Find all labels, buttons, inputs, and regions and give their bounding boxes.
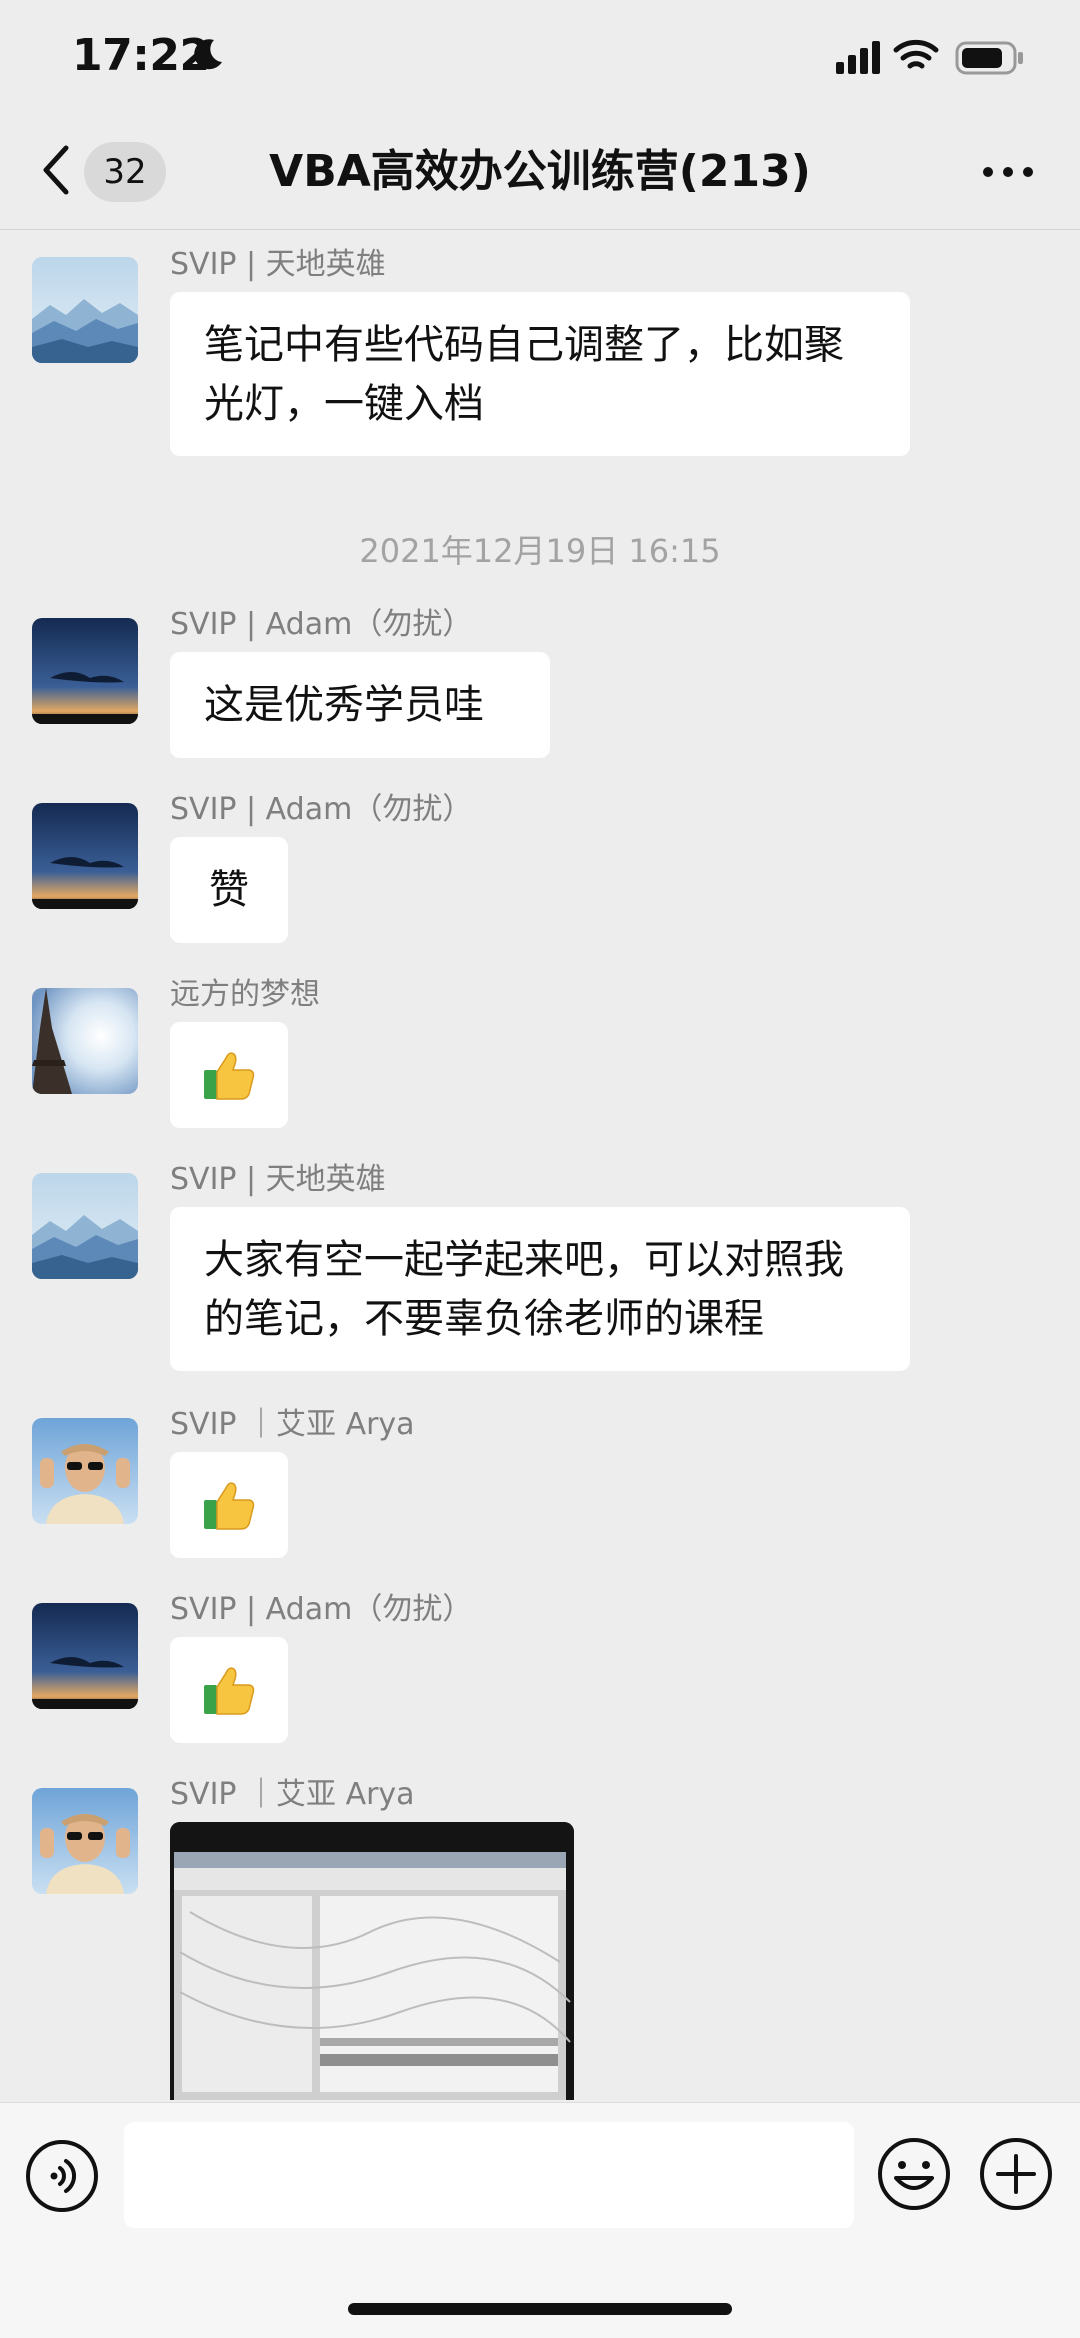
status-bar: 17:22 (0, 0, 1080, 120)
photo-image (170, 1822, 574, 2100)
message-bubble[interactable]: 这是优秀学员哇 (170, 652, 550, 758)
sender-name: 远方的梦想 (170, 977, 320, 1012)
unread-count-badge[interactable]: 32 (84, 142, 166, 202)
sender-name: SVIP | Adam（勿扰） (170, 792, 473, 827)
sender-name: SVIP ｜艾亚 Arya (170, 1407, 415, 1442)
moon-icon (194, 39, 222, 70)
avatar[interactable] (32, 257, 138, 363)
sender-name: SVIP | 天地英雄 (170, 1162, 386, 1197)
emoji-icon[interactable] (876, 2136, 952, 2212)
avatar[interactable] (32, 1788, 138, 1894)
wifi-icon (893, 39, 939, 69)
plus-icon[interactable] (978, 2136, 1054, 2212)
message-bubble[interactable]: 赞 (170, 837, 288, 943)
mountain-avatar-image (32, 257, 138, 363)
status-time: 17:22 (72, 30, 210, 81)
avatar[interactable] (32, 1603, 138, 1709)
image-message[interactable] (170, 1822, 574, 2100)
message-input[interactable] (124, 2122, 854, 2228)
sunset-avatar-image (32, 618, 138, 724)
avatar[interactable] (32, 1173, 138, 1279)
message-bubble[interactable] (170, 1022, 288, 1128)
message-bubble[interactable]: 大家有空一起学起来吧，可以对照我的笔记，不要辜负徐老师的课程 (170, 1207, 910, 1371)
sunset-avatar-image (32, 803, 138, 909)
person-avatar-image (32, 1418, 138, 1524)
person-avatar-image (32, 1788, 138, 1894)
back-icon[interactable] (38, 142, 72, 198)
avatar[interactable] (32, 988, 138, 1094)
tower-avatar-image (32, 988, 138, 1094)
sender-name: SVIP ｜艾亚 Arya (170, 1777, 415, 1812)
sender-name: SVIP | 天地英雄 (170, 247, 386, 282)
avatar[interactable] (32, 803, 138, 909)
mountain-avatar-image (32, 1173, 138, 1279)
message-bubble[interactable] (170, 1452, 288, 1558)
home-indicator[interactable] (348, 2303, 732, 2315)
thumbs-up-icon (204, 1052, 255, 1100)
thumbs-up-icon (204, 1482, 255, 1530)
chat-title[interactable]: VBA高效办公训练营(213) (190, 140, 890, 204)
thumbs-up-icon (204, 1667, 255, 1715)
message-bubble[interactable] (170, 1637, 288, 1743)
battery-icon (955, 41, 1023, 75)
nav-divider (0, 229, 1080, 230)
voice-icon[interactable] (24, 2138, 100, 2214)
avatar[interactable] (32, 1418, 138, 1524)
message-bubble[interactable]: 笔记中有些代码自己调整了，比如聚光灯，一键入档 (170, 292, 910, 456)
more-icon[interactable] (980, 158, 1036, 186)
sender-name: SVIP | Adam（勿扰） (170, 607, 473, 642)
sunset-avatar-image (32, 1603, 138, 1709)
signal-icon (836, 41, 880, 74)
sender-name: SVIP | Adam（勿扰） (170, 1592, 473, 1627)
chat-timestamp: 2021年12月19日 16:15 (359, 532, 721, 570)
avatar[interactable] (32, 618, 138, 724)
